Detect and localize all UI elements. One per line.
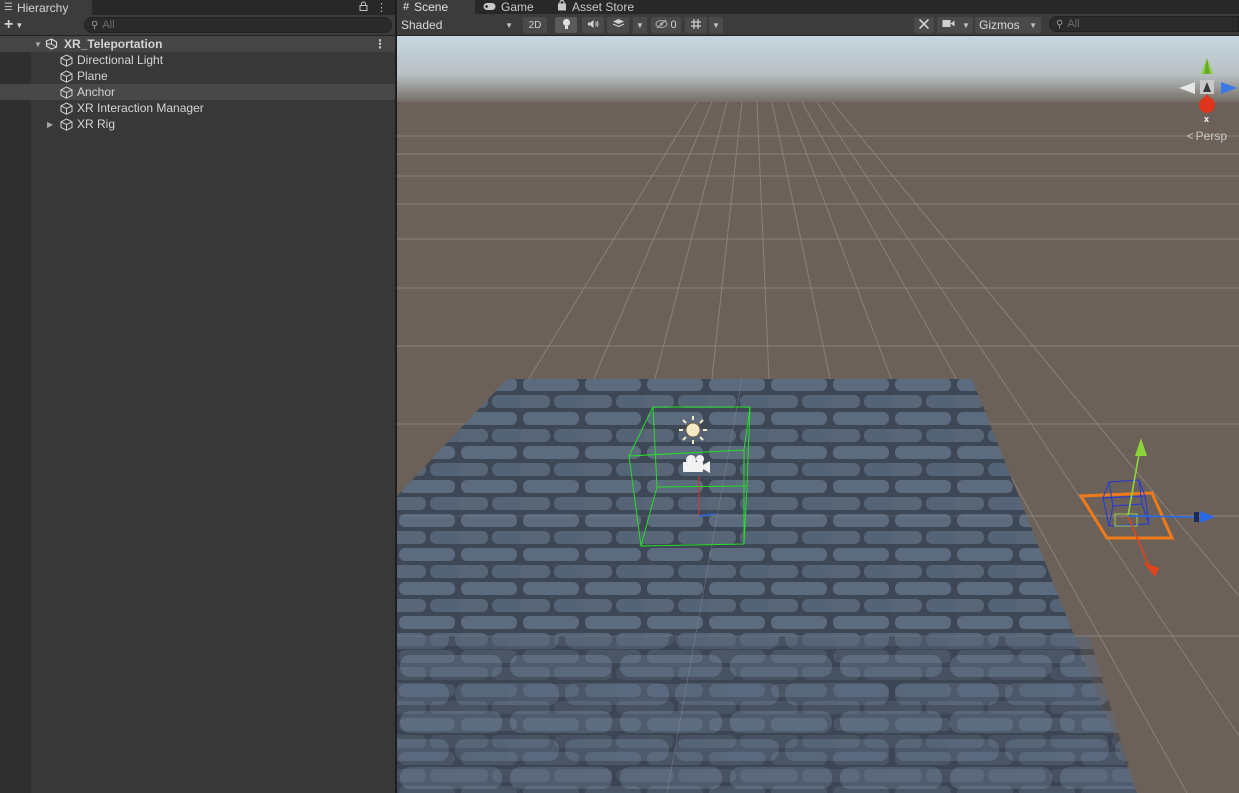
2d-toggle-label: 2D	[528, 19, 542, 31]
2d-toggle-button[interactable]: 2D	[523, 17, 547, 33]
tab-game-label: Game	[501, 0, 534, 14]
orientation-gizmo[interactable]: x	[1175, 54, 1239, 130]
shading-mode-value: Shaded	[401, 18, 443, 32]
hierarchy-toolbar: + ▼ ⚲ All	[0, 15, 395, 36]
axis-x-label: x	[1204, 114, 1209, 124]
hierarchy-item-label: XR Interaction Manager	[77, 101, 204, 115]
camera-icon	[942, 19, 955, 31]
hierarchy-search-input[interactable]: ⚲ All	[84, 17, 392, 33]
plus-icon: +	[4, 16, 14, 33]
create-button[interactable]: + ▼	[4, 17, 32, 33]
gizmos-label: Gizmos	[979, 18, 1020, 32]
gameobject-cube-icon	[60, 118, 73, 131]
scene-panel: # Scene Game Asset Store Shaded ▼ 2D ▼ 0…	[397, 0, 1239, 793]
scene-toolbar: Shaded ▼ 2D ▼ 0 ▼ ▼ Gizmos ▼ ⚲ All	[397, 14, 1239, 36]
tab-game[interactable]: Game	[477, 0, 553, 14]
hierarchy-panel: ☰ Hierarchy ⋮ + ▼ ⚲ All ▼ XR_Teleportati…	[0, 0, 395, 793]
hierarchy-tab-controls: ⋮	[359, 0, 387, 15]
scene-camera-dropdown[interactable]: ▼	[959, 17, 973, 33]
hierarchy-search-placeholder: All	[102, 19, 115, 31]
effects-button[interactable]	[607, 17, 629, 33]
hidden-objects-count: 0	[670, 19, 677, 31]
hierarchy-item-label: Directional Light	[77, 53, 164, 67]
search-icon: ⚲	[1056, 18, 1064, 30]
grid-icon: #	[403, 1, 410, 13]
chevron-left-icon: <	[1186, 129, 1194, 143]
shopping-bag-icon	[557, 0, 567, 14]
effects-dropdown[interactable]: ▼	[633, 17, 647, 33]
gameobject-cube-icon	[60, 86, 73, 99]
scene-camera-button[interactable]	[937, 17, 959, 33]
lighting-toggle-button[interactable]	[555, 17, 577, 33]
unity-scene-icon	[45, 38, 58, 51]
grid-dropdown[interactable]: ▼	[709, 17, 723, 33]
tools-button[interactable]	[914, 17, 934, 33]
gameobject-cube-icon	[60, 54, 73, 67]
hierarchy-item-label: Plane	[77, 69, 108, 83]
eye-slash-icon	[655, 19, 668, 32]
audio-toggle-button[interactable]	[582, 17, 604, 33]
scene-search-placeholder: All	[1067, 18, 1080, 30]
projection-label: Persp	[1195, 129, 1227, 143]
chevron-down-icon: ▼	[636, 20, 644, 30]
gizmos-dropdown[interactable]: Gizmos ▼	[975, 17, 1041, 33]
speaker-icon	[587, 19, 600, 32]
grid-toggle-button[interactable]	[685, 17, 707, 33]
chevron-down-icon: ▼	[712, 20, 720, 30]
hierarchy-tree: ▼ XR_Teleportation ⋮ Directional Light P…	[0, 36, 395, 132]
hierarchy-item[interactable]: ▶ XR Rig	[0, 116, 395, 132]
lightbulb-icon	[562, 18, 571, 33]
projection-toggle[interactable]: < Persp	[1187, 129, 1227, 143]
scene-render	[397, 36, 1239, 793]
chevron-down-icon: ▼	[1029, 20, 1037, 30]
gameobject-cube-icon	[60, 102, 73, 115]
hierarchy-gutter	[0, 36, 31, 793]
hierarchy-item-label: XR Rig	[77, 117, 116, 131]
layers-icon	[612, 18, 625, 32]
hierarchy-item[interactable]: Directional Light	[0, 52, 395, 68]
grid-snap-icon	[690, 18, 702, 33]
list-icon: ☰	[4, 2, 13, 13]
expand-arrow-icon[interactable]: ▶	[47, 120, 53, 129]
tab-scene-label: Scene	[414, 0, 449, 14]
panel-menu-icon[interactable]: ⋮	[376, 1, 387, 14]
chevron-down-icon: ▼	[962, 20, 970, 30]
expand-arrow-icon[interactable]: ▼	[34, 40, 42, 49]
tab-scene[interactable]: # Scene	[397, 0, 475, 14]
scene-menu-icon[interactable]: ⋮	[374, 37, 386, 51]
tab-hierarchy-label: Hierarchy	[16, 0, 69, 15]
search-icon: ⚲	[91, 19, 99, 31]
tab-asset-store[interactable]: Asset Store	[551, 0, 651, 14]
scene-viewport[interactable]: x < Persp	[397, 36, 1239, 793]
shading-mode-dropdown[interactable]: Shaded ▼	[397, 17, 517, 33]
hierarchy-item[interactable]: Anchor	[0, 84, 395, 100]
gamepad-icon	[483, 0, 496, 14]
hierarchy-item-label: Anchor	[77, 85, 116, 99]
scene-tab-bar: # Scene Game Asset Store	[397, 0, 1239, 14]
gameobject-cube-icon	[60, 70, 73, 83]
chevron-down-icon: ▼	[505, 20, 513, 30]
scene-root-row[interactable]: ▼ XR_Teleportation ⋮	[0, 36, 395, 52]
tab-asset-store-label: Asset Store	[572, 0, 635, 14]
hierarchy-item[interactable]: XR Interaction Manager	[0, 100, 395, 116]
tab-hierarchy[interactable]: ☰ Hierarchy	[0, 0, 92, 15]
hierarchy-item[interactable]: Plane	[0, 68, 395, 84]
scene-search-input[interactable]: ⚲ All	[1049, 16, 1239, 32]
tools-icon	[918, 18, 930, 33]
lock-icon[interactable]	[359, 1, 368, 14]
hidden-objects-toggle[interactable]: 0	[651, 17, 681, 33]
chevron-down-icon: ▼	[15, 20, 24, 30]
scene-name: XR_Teleportation	[64, 37, 163, 51]
hierarchy-tab-bar: ☰ Hierarchy ⋮	[0, 0, 395, 15]
